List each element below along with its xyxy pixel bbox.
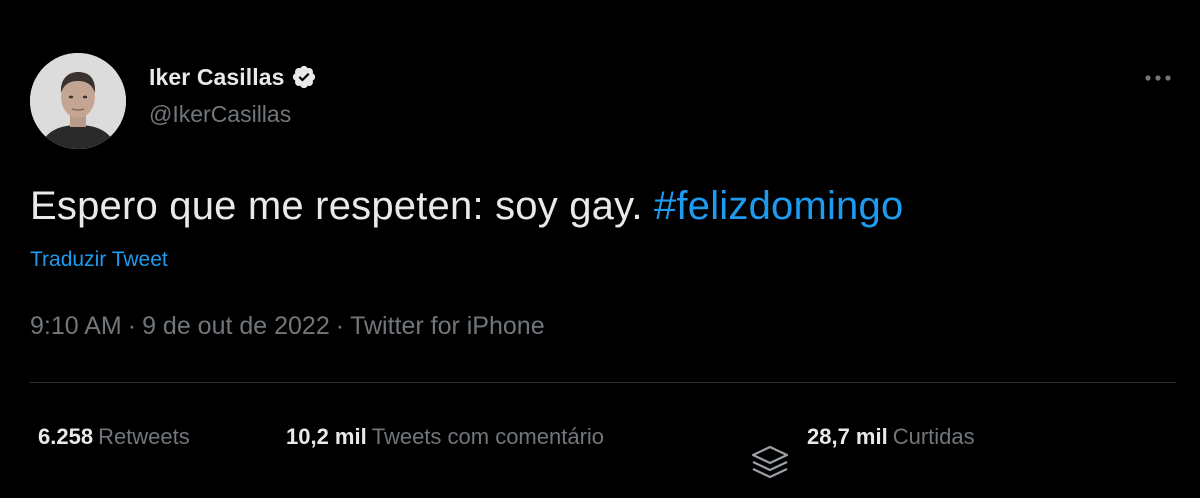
likes-stat[interactable]: 28,7 mil Curtidas [807, 424, 975, 450]
tweet-time[interactable]: 9:10 AM [30, 312, 122, 340]
hashtag-link[interactable]: #felizdomingo [654, 184, 903, 228]
retweets-count: 6.258 [38, 424, 94, 449]
quote-tweets-count: 10,2 mil [286, 424, 367, 449]
retweets-stat[interactable]: 6.258 Retweets [38, 424, 190, 450]
likes-count: 28,7 mil [807, 424, 888, 449]
verified-badge-icon [291, 64, 317, 90]
meta-separator: · [335, 312, 345, 340]
author-name-row: Iker Casillas [149, 60, 317, 94]
retweets-label: Retweets [98, 424, 190, 449]
quote-tweets-label: Tweets com comentário [371, 424, 605, 449]
tweet-card: Iker Casillas @IkerCasillas Espero que m… [0, 0, 1200, 498]
profile-photo-icon [30, 53, 126, 149]
tweet-body: Espero que me respeten: soy gay. [30, 184, 654, 228]
tweet-source[interactable]: Twitter for iPhone [350, 312, 545, 340]
tweet-metadata: 9:10 AM · 9 de out de 2022 · Twitter for iPh… [30, 312, 545, 341]
divider [30, 382, 1176, 383]
author-handle[interactable]: @IkerCasillas [149, 101, 291, 128]
tweet-date[interactable]: 9 de out de 2022 [142, 312, 330, 340]
quote-tweets-stat[interactable]: 10,2 mil Tweets com comentário [286, 424, 604, 450]
avatar[interactable] [30, 53, 126, 149]
author-display-name[interactable]: Iker Casillas [149, 64, 285, 91]
likes-label: Curtidas [892, 424, 975, 449]
tweet-text: Espero que me respeten: soy gay. #felizd… [30, 184, 903, 229]
more-options-icon[interactable] [1141, 64, 1175, 92]
layers-icon [748, 444, 792, 484]
meta-separator: · [127, 312, 137, 340]
translate-tweet-link[interactable]: Traduzir Tweet [30, 248, 168, 272]
